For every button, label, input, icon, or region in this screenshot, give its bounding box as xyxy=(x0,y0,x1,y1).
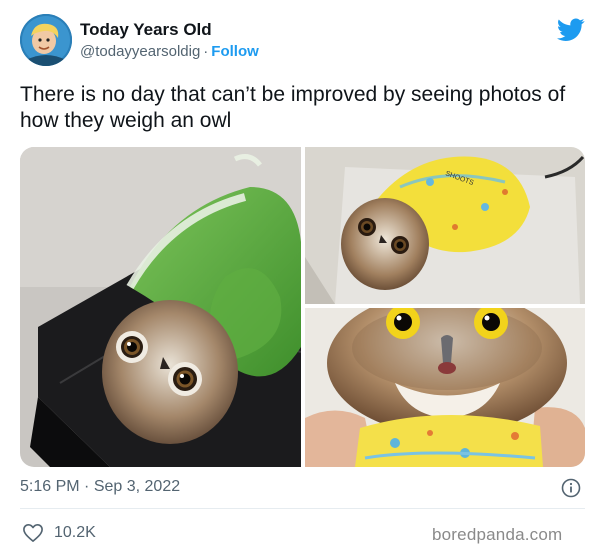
avatar[interactable] xyxy=(20,14,72,66)
author-name[interactable]: Today Years Old xyxy=(80,20,212,40)
photo-yellow-wrap-owl[interactable]: SHOOTS xyxy=(305,147,585,304)
tweet-card: Today Years Old @todayyearsoldig · Follow … xyxy=(0,0,605,555)
media-grid: SHOOTS xyxy=(20,147,585,467)
owl-photo-3 xyxy=(305,308,585,467)
watermark: boredpanda.com xyxy=(432,525,563,544)
follow-button[interactable]: Follow xyxy=(211,43,259,60)
like-count: 10.2K xyxy=(54,524,96,541)
author-line: @todayyearsoldig · Follow xyxy=(80,43,259,60)
tweet-date: Sep 3, 2022 xyxy=(93,478,181,495)
divider xyxy=(20,508,585,509)
info-icon[interactable] xyxy=(561,478,581,498)
photo-owl-closeup[interactable] xyxy=(305,308,585,467)
owl-photo-2: SHOOTS xyxy=(305,147,585,304)
handle-separator: · xyxy=(203,43,209,60)
tweet-text: There is no day that can’t be improved b… xyxy=(20,83,566,132)
author-handle[interactable]: @todayyearsoldig xyxy=(80,43,200,60)
avatar-image xyxy=(20,14,72,66)
photo-green-towel-owl[interactable] xyxy=(20,147,301,467)
heart-icon[interactable] xyxy=(22,523,44,543)
twitter-bird-icon[interactable] xyxy=(557,18,585,42)
time-separator: · xyxy=(84,478,90,495)
tweet-time: 5:16 PM xyxy=(20,478,80,495)
owl-photo-1 xyxy=(20,147,301,467)
tweet-timestamp[interactable]: 5:16 PM · Sep 3, 2022 xyxy=(20,478,180,496)
